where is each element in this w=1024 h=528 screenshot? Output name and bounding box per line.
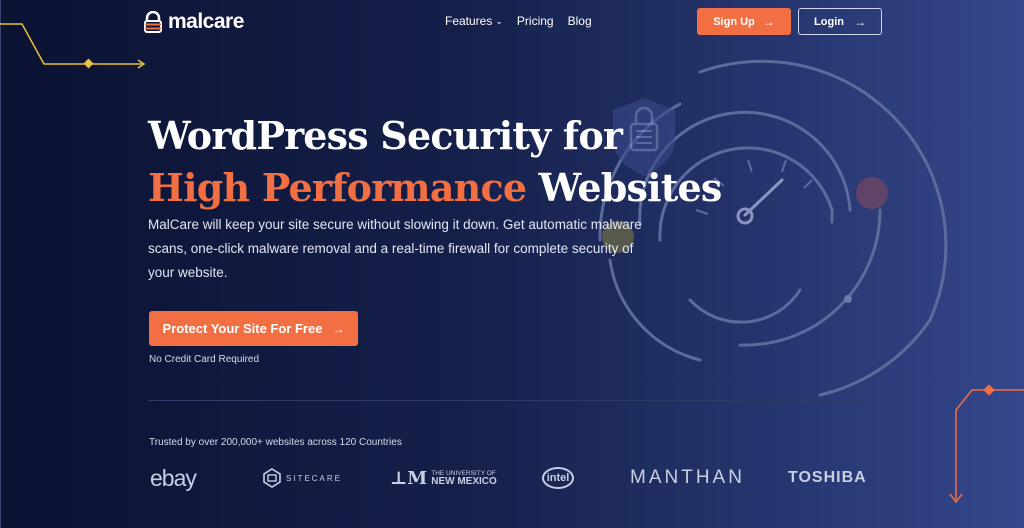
circuit-diamond-left	[83, 58, 94, 69]
sitecare-logo: SITECARE	[262, 462, 342, 494]
sitecare-logo-text: SITECARE	[286, 473, 343, 483]
hero-title: WordPress Security for High Performance …	[148, 110, 748, 214]
red-dot	[856, 177, 888, 209]
unm-logo-large: NEW MEXICO	[431, 475, 497, 487]
cta-label: Protect Your Site For Free	[162, 321, 323, 336]
circuit-line-right	[955, 389, 1024, 500]
intel-logo: intel	[542, 462, 574, 494]
cta-note: No Credit Card Required	[149, 354, 260, 365]
manthan-logo: MANTHAN	[630, 462, 745, 494]
hero-title-accent: High Performance	[148, 165, 527, 210]
login-button[interactable]: Login →	[798, 8, 882, 35]
login-label: Login	[814, 15, 844, 28]
arrow-right-icon: →	[332, 321, 345, 336]
main-nav: Features ⌄ Pricing Blog	[445, 14, 592, 28]
nav-item-pricing[interactable]: Pricing	[517, 14, 554, 28]
lock-icon	[142, 10, 164, 33]
hero-description: MalCare will keep your site secure witho…	[148, 217, 642, 280]
nav-item-features[interactable]: Features ⌄	[445, 14, 503, 28]
signup-button[interactable]: Sign Up →	[697, 8, 791, 35]
ebay-logo: ebay	[150, 462, 197, 494]
unm-mark-icon: ⊥M	[390, 467, 428, 489]
manthan-logo-text: MANTHAN	[630, 467, 745, 488]
circuit-diamond-right	[983, 384, 995, 396]
toshiba-logo: TOSHIBA	[788, 462, 867, 494]
trusted-text: Trusted by over 200,000+ websites across…	[149, 437, 402, 448]
unm-logo: ⊥M THE UNIVERSITY OF NEW MEXICO	[390, 462, 497, 494]
nav-item-blog[interactable]: Blog	[568, 14, 592, 28]
signup-label: Sign Up	[713, 15, 755, 28]
arrow-right-icon: →	[762, 14, 775, 29]
intel-logo-text: intel	[542, 467, 574, 489]
arrow-right-icon: →	[853, 14, 866, 29]
toshiba-logo-text: TOSHIBA	[788, 469, 867, 486]
hero-title-line1: WordPress Security for	[148, 113, 623, 158]
logo[interactable]: malcare	[142, 10, 244, 34]
hero-title-line2: Websites	[526, 165, 723, 210]
circuit-line-left	[0, 23, 142, 65]
chevron-down-icon: ⌄	[495, 15, 503, 26]
ebay-logo-text: ebay	[150, 464, 197, 491]
logo-text: malcare	[168, 10, 244, 33]
protect-site-button[interactable]: Protect Your Site For Free →	[149, 311, 358, 346]
divider	[148, 400, 868, 401]
sitecare-icon	[263, 468, 281, 488]
nav-label-features: Features	[445, 14, 493, 28]
brand-logos: ebay SITECARE ⊥M THE UNIVERSITY OF NEW M…	[148, 462, 873, 494]
